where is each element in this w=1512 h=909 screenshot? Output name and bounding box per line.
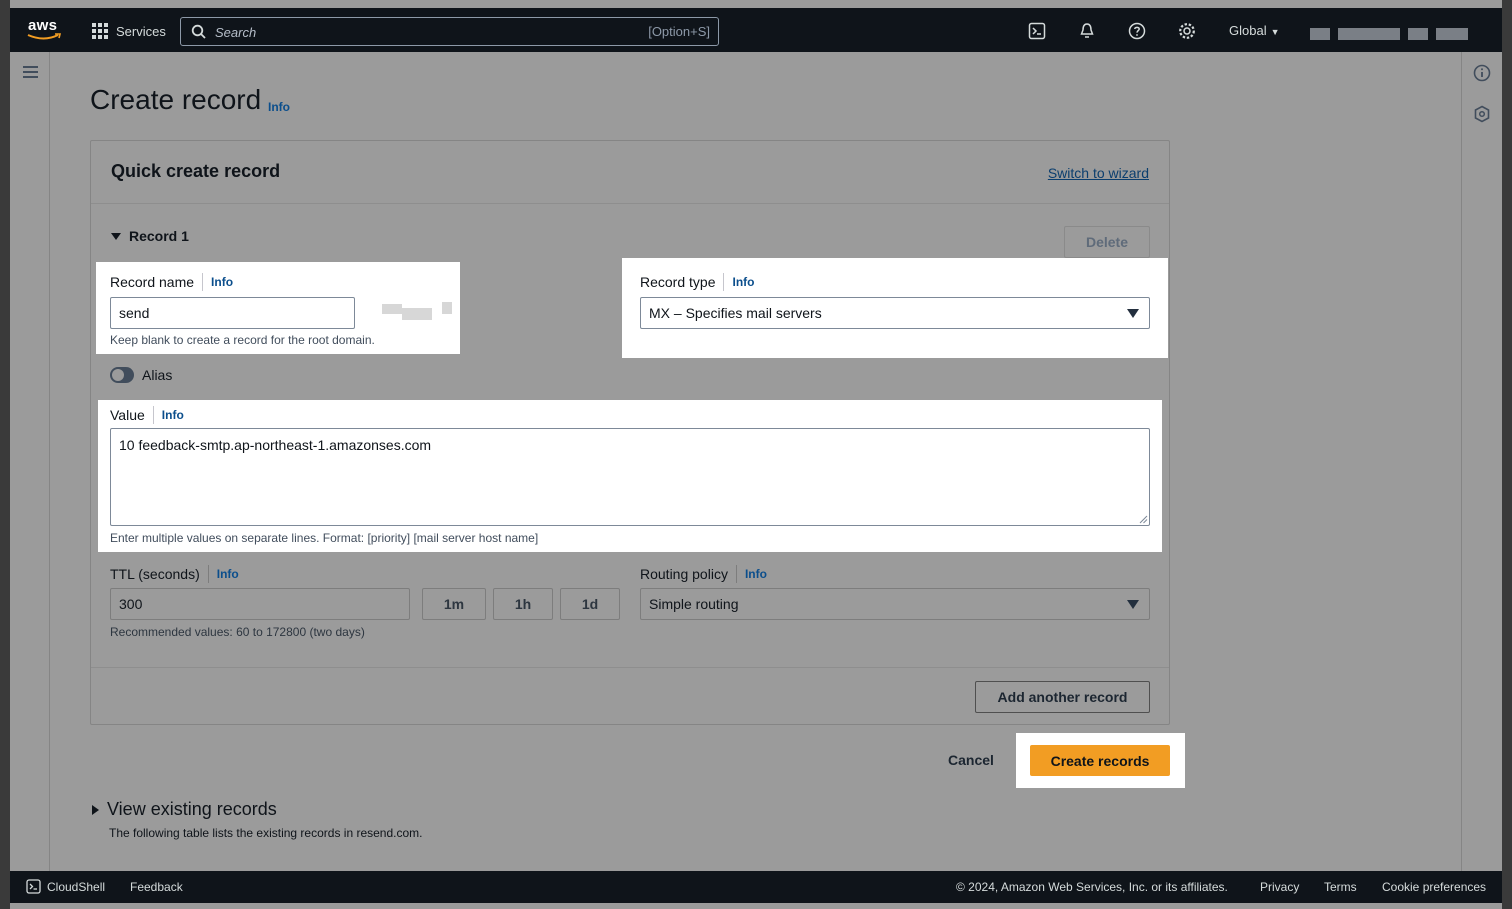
- caret-down-icon: [1127, 309, 1139, 318]
- domain-suffix-redacted-2: [402, 308, 432, 320]
- ttl-input[interactable]: 300: [110, 588, 410, 620]
- caret-down-icon: [111, 232, 121, 240]
- left-side-rail: [10, 52, 50, 871]
- search-box[interactable]: [Option+S]: [180, 17, 719, 46]
- caret-right-icon: [92, 804, 99, 815]
- security-shield-icon[interactable]: [1473, 105, 1491, 123]
- settings-gear-icon[interactable]: [1177, 21, 1197, 41]
- value-info-link[interactable]: Info: [162, 408, 184, 422]
- record-name-info-link[interactable]: Info: [211, 275, 233, 289]
- help-icon[interactable]: [1127, 21, 1147, 41]
- aws-logo[interactable]: aws: [26, 17, 64, 42]
- feedback-link[interactable]: Feedback: [130, 880, 183, 894]
- value-textarea[interactable]: 10 feedback-smtp.ap-northeast-1.amazonse…: [110, 428, 1150, 526]
- switch-to-wizard-link[interactable]: Switch to wizard: [1048, 165, 1149, 181]
- search-shortcut: [Option+S]: [648, 24, 710, 39]
- value-hint: Enter multiple values on separate lines.…: [110, 531, 539, 545]
- card-title: Quick create record: [111, 161, 281, 181]
- account-menu[interactable]: [1310, 28, 1468, 40]
- domain-suffix-redacted: [382, 304, 402, 314]
- cloudshell-icon[interactable]: [26, 879, 41, 894]
- record-type-label: Record type: [640, 274, 716, 290]
- ttl-label: TTL (seconds): [110, 566, 200, 582]
- record-name-label: Record name: [110, 274, 195, 290]
- search-icon: [191, 24, 206, 39]
- region-label: Global: [1229, 23, 1267, 38]
- ttl-info-link[interactable]: Info: [217, 567, 239, 581]
- cloudshell-link[interactable]: CloudShell: [47, 880, 105, 894]
- card-footer-divider: [91, 667, 1169, 668]
- hamburger-menu-icon[interactable]: [23, 66, 38, 78]
- ttl-1m-button[interactable]: 1m: [422, 588, 486, 620]
- ttl-1h-button[interactable]: 1h: [493, 588, 553, 620]
- domain-suffix-redacted-3: [442, 302, 452, 314]
- cancel-button[interactable]: Cancel: [948, 752, 994, 768]
- copyright-text: © 2024, Amazon Web Services, Inc. or its…: [956, 880, 1228, 894]
- add-another-record-button[interactable]: Add another record: [975, 681, 1150, 713]
- ttl-1d-button[interactable]: 1d: [560, 588, 620, 620]
- view-existing-records-title: View existing records: [107, 799, 277, 819]
- routing-policy-selected-value: Simple routing: [649, 596, 739, 612]
- record-name-hint: Keep blank to create a record for the ro…: [110, 333, 375, 347]
- grid-icon: [92, 23, 108, 39]
- record-1-expander[interactable]: Record 1: [111, 228, 189, 244]
- ttl-hint: Recommended values: 60 to 172800 (two da…: [110, 625, 365, 639]
- services-label: Services: [116, 23, 166, 39]
- card-header: Quick create record Switch to wizard: [91, 141, 1169, 204]
- delete-record-button[interactable]: Delete: [1064, 226, 1150, 258]
- routing-policy-info-link[interactable]: Info: [745, 567, 767, 581]
- console-footer: CloudShell Feedback © 2024, Amazon Web S…: [10, 871, 1502, 903]
- record-type-info-link[interactable]: Info: [732, 275, 754, 289]
- record-name-input[interactable]: send: [110, 297, 355, 329]
- value-label: Value: [110, 407, 145, 423]
- view-existing-records-expander[interactable]: View existing records: [92, 799, 277, 820]
- search-input[interactable]: [215, 22, 595, 42]
- routing-policy-select[interactable]: Simple routing: [640, 588, 1150, 620]
- terms-link[interactable]: Terms: [1324, 880, 1357, 894]
- top-navigation: aws Services [Option+S] Global▼: [10, 8, 1502, 52]
- record-type-selected-value: MX – Specifies mail servers: [649, 305, 822, 321]
- cookie-preferences-link[interactable]: Cookie preferences: [1382, 880, 1486, 894]
- caret-down-icon: [1127, 600, 1139, 609]
- view-existing-records-description: The following table lists the existing r…: [109, 826, 423, 840]
- info-panel-icon[interactable]: [1473, 64, 1491, 82]
- privacy-link[interactable]: Privacy: [1260, 880, 1299, 894]
- page-title-info-link[interactable]: Info: [268, 100, 290, 114]
- record-type-select[interactable]: MX – Specifies mail servers: [640, 297, 1150, 329]
- caret-down-icon: ▼: [1270, 27, 1280, 37]
- routing-policy-label: Routing policy: [640, 566, 728, 582]
- alias-label: Alias: [142, 367, 173, 383]
- resize-handle-icon[interactable]: [1139, 515, 1148, 524]
- cloudshell-icon[interactable]: [1027, 21, 1047, 41]
- page-title: Create record: [90, 84, 262, 115]
- alias-toggle[interactable]: [110, 367, 134, 383]
- right-side-rail: [1461, 52, 1502, 871]
- region-selector[interactable]: Global ▼: [1229, 23, 1280, 38]
- record-1-label: Record 1: [129, 228, 189, 244]
- create-records-button[interactable]: Create records: [1030, 745, 1170, 776]
- notifications-bell-icon[interactable]: [1077, 21, 1097, 41]
- services-menu-button[interactable]: Services: [92, 20, 166, 42]
